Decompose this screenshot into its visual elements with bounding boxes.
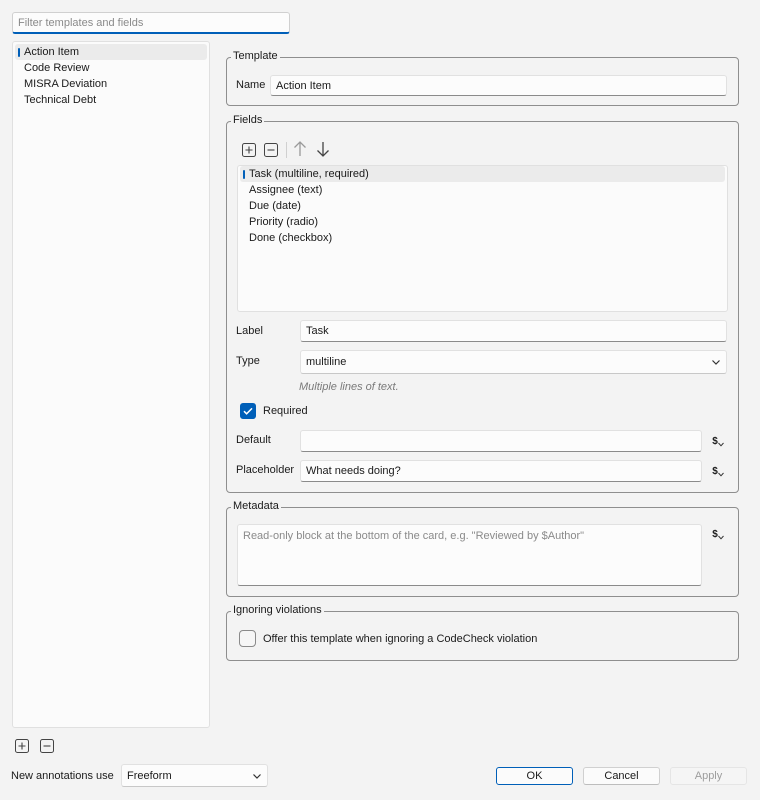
label-label: Label bbox=[236, 325, 263, 337]
chevron-down-icon bbox=[717, 535, 724, 540]
new-annotations-label: New annotations use bbox=[11, 770, 114, 782]
chevron-down-icon bbox=[712, 360, 720, 365]
chevron-down-icon bbox=[717, 472, 724, 477]
plus-icon bbox=[15, 739, 29, 753]
default-variable-button[interactable]: $ bbox=[710, 433, 726, 449]
plus-icon bbox=[242, 143, 256, 157]
default-label: Default bbox=[236, 434, 271, 446]
filter-placeholder: Filter templates and fields bbox=[18, 16, 144, 29]
type-hint: Multiple lines of text. bbox=[299, 381, 399, 393]
name-field[interactable]: Action Item bbox=[270, 75, 727, 96]
apply-button[interactable]: Apply bbox=[670, 767, 747, 785]
filter-input[interactable]: Filter templates and fields bbox=[12, 12, 290, 34]
chevron-down-icon bbox=[717, 442, 724, 447]
field-item-assignee[interactable]: Assignee (text) bbox=[240, 182, 725, 198]
type-select[interactable]: multiline bbox=[300, 350, 727, 374]
placeholder-field[interactable]: What needs doing? bbox=[300, 460, 702, 482]
template-group-legend: Template bbox=[231, 50, 280, 63]
chevron-down-icon bbox=[253, 773, 261, 779]
add-template-button[interactable] bbox=[14, 738, 30, 754]
checkmark-icon bbox=[243, 407, 253, 415]
fields-group-legend: Fields bbox=[231, 114, 265, 127]
metadata-group-legend: Metadata bbox=[231, 500, 281, 513]
field-item-priority[interactable]: Priority (radio) bbox=[240, 214, 725, 230]
add-field-button[interactable] bbox=[241, 142, 257, 158]
remove-template-button[interactable] bbox=[39, 738, 55, 754]
remove-field-button[interactable] bbox=[263, 142, 279, 158]
move-field-up-button[interactable] bbox=[292, 141, 308, 157]
offer-template-label: Offer this template when ignoring a Code… bbox=[263, 633, 538, 645]
metadata-textarea[interactable]: Read-only block at the bottom of the car… bbox=[237, 524, 702, 586]
required-label: Required bbox=[263, 405, 308, 417]
offer-template-checkbox[interactable] bbox=[239, 630, 256, 647]
arrow-down-icon bbox=[317, 142, 329, 157]
placeholder-variable-button[interactable]: $ bbox=[710, 463, 726, 479]
new-annotations-select[interactable]: Freeform bbox=[121, 764, 268, 787]
template-item-misra-deviation[interactable]: MISRA Deviation bbox=[15, 76, 207, 92]
template-item-code-review[interactable]: Code Review bbox=[15, 60, 207, 76]
template-item-action-item[interactable]: Action Item bbox=[15, 44, 207, 60]
required-checkbox[interactable] bbox=[240, 403, 256, 419]
placeholder-label: Placeholder bbox=[236, 464, 295, 476]
ok-button[interactable]: OK bbox=[496, 767, 573, 785]
name-label: Name bbox=[236, 79, 266, 91]
field-item-due[interactable]: Due (date) bbox=[240, 198, 725, 214]
move-field-down-button[interactable] bbox=[315, 141, 331, 157]
field-item-done[interactable]: Done (checkbox) bbox=[240, 230, 725, 246]
arrow-up-icon bbox=[294, 141, 306, 156]
default-field[interactable] bbox=[300, 430, 702, 452]
minus-icon bbox=[40, 739, 54, 753]
cancel-button[interactable]: Cancel bbox=[583, 767, 660, 785]
label-field[interactable]: Task bbox=[300, 320, 727, 342]
metadata-variable-button[interactable]: $ bbox=[710, 526, 726, 542]
minus-icon bbox=[264, 143, 278, 157]
field-item-task[interactable]: Task (multiline, required) bbox=[240, 166, 725, 182]
ignoring-group-legend: Ignoring violations bbox=[231, 604, 324, 617]
toolbar-separator bbox=[286, 142, 287, 158]
template-item-technical-debt[interactable]: Technical Debt bbox=[15, 92, 207, 108]
fields-list[interactable]: Task (multiline, required) Assignee (tex… bbox=[237, 165, 728, 312]
type-label: Type bbox=[236, 355, 260, 367]
templates-list[interactable]: Action Item Code Review MISRA Deviation … bbox=[12, 41, 210, 728]
